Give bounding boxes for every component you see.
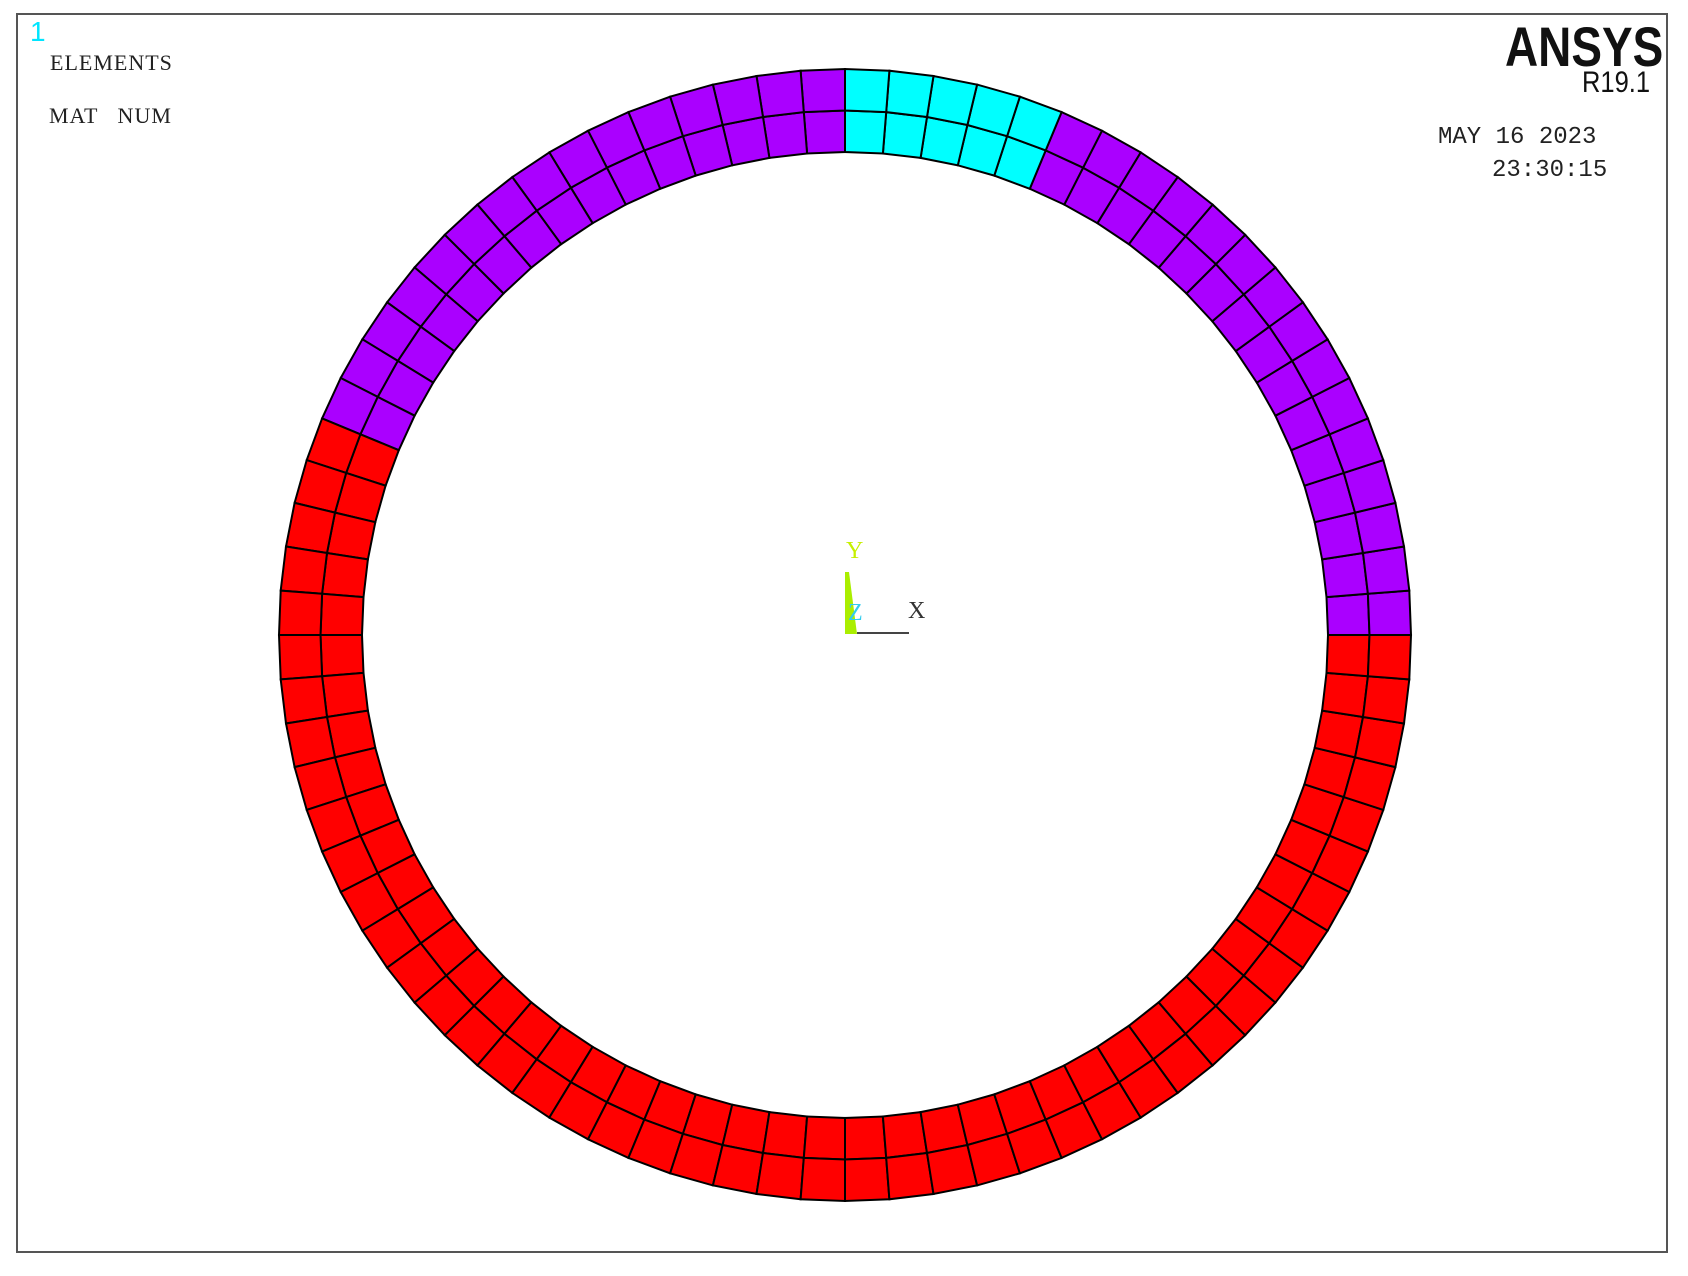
mesh-element [886,71,933,117]
mesh-element [1322,673,1368,717]
release-label: R19.1 [1582,66,1650,100]
mesh-element [1368,591,1411,635]
mesh-element [883,1112,927,1158]
triad-x-axis-line [857,632,909,634]
mesh-element [757,71,804,117]
mesh-element [886,1153,933,1199]
triad-x-label: X [908,598,925,625]
mesh-element [1327,594,1370,635]
mesh-element [757,1153,804,1199]
mesh-element [845,1158,889,1201]
mesh-element [801,1158,845,1201]
mesh-element [845,111,886,154]
mesh-element [1322,553,1368,597]
mesh-element [763,1112,807,1158]
mesh-element [1368,635,1411,679]
triad-z-label: Z [848,600,863,627]
mesh-element [763,112,807,158]
mesh-element [279,591,322,635]
mesh-element [321,594,364,635]
mesh-element [804,111,845,154]
plot-time: 23:30:15 [1492,157,1607,184]
plot-title: ELEMENTS [50,50,173,76]
mesh-element [713,1145,763,1194]
mesh-element [322,553,368,597]
triad-y-label: Y [846,538,863,565]
mesh-element [883,112,927,158]
mesh-element [1355,717,1404,767]
plot-date: MAY 16 2023 [1438,124,1596,151]
mesh-element [927,76,977,125]
mesh-element [322,673,368,717]
mesh-element [281,676,327,723]
mesh-element [845,1117,886,1160]
mesh-element [321,635,364,676]
mesh-element [1327,635,1370,676]
mesh-element [286,503,335,553]
mesh-element [845,69,889,112]
mesh-element [281,547,327,594]
ring-mesh[interactable] [0,0,1688,1276]
mesh-element [1363,547,1409,594]
mesh-element [1363,676,1409,723]
mesh-element [279,635,322,679]
mesh-element [804,1117,845,1160]
mesh-element [801,69,845,112]
plot-mode: MAT NUM [49,103,172,129]
window-number: 1 [30,16,46,48]
